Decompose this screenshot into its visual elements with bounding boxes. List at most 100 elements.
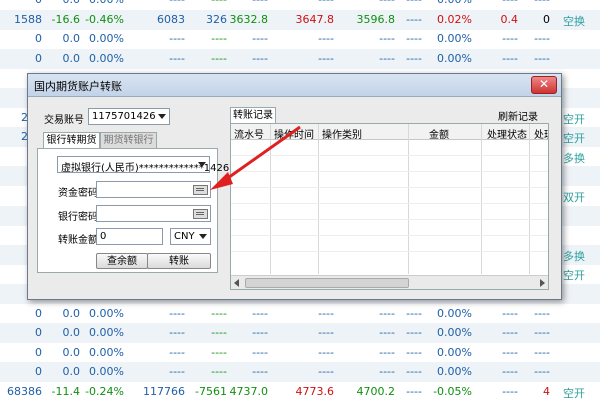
amount-input[interactable]: 0 <box>96 228 163 245</box>
dialog-titlebar[interactable]: 国内期货账户转账 ✕ <box>28 74 561 97</box>
col-header-type[interactable]: 操作类别 <box>322 126 362 141</box>
keyboard-icon[interactable] <box>193 185 208 195</box>
account-select[interactable]: 1175701426 <box>88 108 170 125</box>
horizontal-scrollbar[interactable] <box>231 275 548 289</box>
bank-select[interactable]: 虚拟银行(人民币)*************1426 <box>57 156 229 174</box>
col-header-status[interactable]: 处理状态 <box>487 126 527 141</box>
grid-rule <box>231 203 548 204</box>
quote-cell-c2: 0.0 <box>63 0 81 6</box>
tab-futures-to-bank-label: 期货转银行 <box>103 135 154 146</box>
quote-cell-c2: 0.0 <box>62 306 81 320</box>
scroll-left-icon[interactable] <box>234 279 239 287</box>
col-header-process[interactable]: 处理 <box>534 126 548 141</box>
quote-cell-c6: ---- <box>252 326 268 340</box>
quote-cell-c3: 0.00% <box>89 326 124 340</box>
quote-cell-c3: 0.00% <box>89 51 124 65</box>
quote-cell-c8: 4700.2 <box>356 385 396 398</box>
quote-row[interactable]: 0 0.0 0.00% ---- ---- ---- ---- ---- ---- 0.00% --… <box>0 48 600 69</box>
tab-transfer-records[interactable]: 转账记录 <box>230 107 276 124</box>
quote-cell-c12: 0 <box>543 12 550 26</box>
quote-cell-c11: ---- <box>502 0 518 6</box>
quote-cell-c8: ---- <box>379 345 395 359</box>
quote-row[interactable]: 0 0.0 0.00% ---- ---- ---- ---- ---- ---- 0.00% --… <box>0 343 600 363</box>
quote-row[interactable]: 0 0.0 0.00% ---- ---- ---- ---- ---- ---- 0.00% --… <box>0 362 600 383</box>
tab-bank-to-futures-label: 银行转期货 <box>46 135 97 146</box>
bank-password-input[interactable] <box>96 205 211 222</box>
quote-cell-c2: -16.6 <box>51 12 80 26</box>
quote-cell-c9: ---- <box>406 345 422 359</box>
quote-cell-c9: ---- <box>406 306 422 320</box>
bank-password-label: 银行密码 <box>58 212 98 223</box>
quote-cell-c10: 0.00% <box>437 345 472 359</box>
quote-cell-c6: 4737.0 <box>229 385 269 398</box>
tab-bank-to-futures[interactable]: 银行转期货 <box>43 132 100 149</box>
quote-row[interactable]: 0 0.0 0.00% ---- ---- ---- ---- ---- ---- 0.00% --… <box>0 323 600 344</box>
quote-cell-c10: 0.00% <box>437 365 472 379</box>
refresh-records-link[interactable]: 刷新记录 <box>498 108 538 123</box>
quote-cell-c2: 0.0 <box>62 51 81 65</box>
quote-cell-c5: -7561 <box>195 385 227 398</box>
keyboard-icon[interactable] <box>193 209 208 219</box>
quote-cell-c7: ---- <box>318 365 334 379</box>
quote-row[interactable]: 1588 -16.6 -0.46% 6083 326 3632.8 3647.8 3596.8… <box>0 9 600 30</box>
quote-cell-c4: ---- <box>169 0 185 6</box>
quote-cell-c13: 双开 <box>563 191 585 204</box>
quote-cell-c1: 0 <box>35 326 42 340</box>
quote-cell-c10: 0.00% <box>437 326 472 340</box>
currency-select[interactable]: CNY <box>170 228 211 245</box>
quote-cell-c3: 0.00% <box>89 365 124 379</box>
quote-cell-c11: ---- <box>502 306 518 320</box>
dialog-title: 国内期货账户转账 <box>34 80 122 93</box>
transfer-records-grid: 流水号 操作时间 操作类别 金额 处理状态 处理 <box>230 123 549 290</box>
quote-cell-c9: ---- <box>406 326 422 340</box>
quote-cell-c10: 0.00% <box>437 0 472 6</box>
quote-row[interactable]: 0 0.0 0.00% ---- ---- ---- ---- ---- ---- 0.00% --… <box>0 304 600 324</box>
quote-cell-c11: ---- <box>502 365 518 379</box>
quote-cell-c3: 0.00% <box>89 32 124 46</box>
quote-cell-c4: 117766 <box>143 385 185 398</box>
quote-cell-c9: ---- <box>406 365 422 379</box>
quote-cell-c7: 3647.8 <box>295 12 335 26</box>
account-value: 1175701426 <box>92 111 156 122</box>
chevron-down-icon <box>199 234 207 239</box>
quote-cell-c11: 0.4 <box>500 12 519 26</box>
quote-cell-c1: 0 <box>35 365 42 379</box>
quote-cell-c10: -0.05% <box>433 385 472 398</box>
quote-cell-c10: 0.02% <box>437 12 472 26</box>
query-balance-button[interactable]: 查余额 <box>96 253 148 269</box>
quote-row[interactable]: 0 0.0 0.00% ---- ---- ---- ---- ---- ---- 0.00% --… <box>0 29 600 49</box>
quote-cell-c7: ---- <box>318 345 334 359</box>
transfer-form-panel: 虚拟银行(人民币)*************1426 资金密码 银行密码 转账金… <box>37 148 229 273</box>
quote-cell-c12: ---- <box>534 365 550 379</box>
scroll-thumb[interactable] <box>245 278 409 288</box>
scroll-right-icon[interactable] <box>540 279 545 287</box>
quote-cell-c13: 空开 <box>563 132 585 146</box>
quote-cell-c13: 空开 <box>563 269 585 283</box>
quote-cell-c5: ---- <box>211 365 227 379</box>
quote-cell-c2: 0.0 <box>62 345 81 359</box>
quote-cell-c1: 0 <box>35 32 42 46</box>
col-header-serial[interactable]: 流水号 <box>234 126 264 141</box>
col-header-time[interactable]: 操作时间 <box>274 126 314 141</box>
quote-cell-c8: ---- <box>379 306 395 320</box>
quote-cell-c9: ---- <box>406 0 422 6</box>
col-header-amount[interactable]: 金额 <box>429 126 449 141</box>
quote-cell-c10: 0.00% <box>437 51 472 65</box>
currency-value: CNY <box>174 231 195 242</box>
transfer-button[interactable]: 转账 <box>147 253 211 269</box>
chevron-down-icon <box>198 162 206 167</box>
tab-futures-to-bank[interactable]: 期货转银行 <box>100 132 157 149</box>
quote-cell-c1: 0 <box>35 306 42 320</box>
quote-cell-c4: ---- <box>169 306 185 320</box>
quote-row[interactable]: 68386 -11.4 -0.24% 117766 -7561 4737.0 4773.6 4… <box>0 382 600 402</box>
quote-cell-c2: 0.0 <box>62 32 81 46</box>
account-label: 交易账号 <box>44 115 84 126</box>
quote-cell-c1: 0 <box>35 345 42 359</box>
grid-rule <box>231 219 548 220</box>
close-button[interactable]: ✕ <box>531 76 557 94</box>
quote-cell-c8: ---- <box>379 51 395 65</box>
grid-rule <box>231 187 548 188</box>
quote-cell-c6: ---- <box>252 32 268 46</box>
fund-password-input[interactable] <box>96 181 211 198</box>
quote-row[interactable]: 0 0.0 0.00% ---- ---- ---- ---- ---- ---- 0.00% --… <box>0 0 600 10</box>
